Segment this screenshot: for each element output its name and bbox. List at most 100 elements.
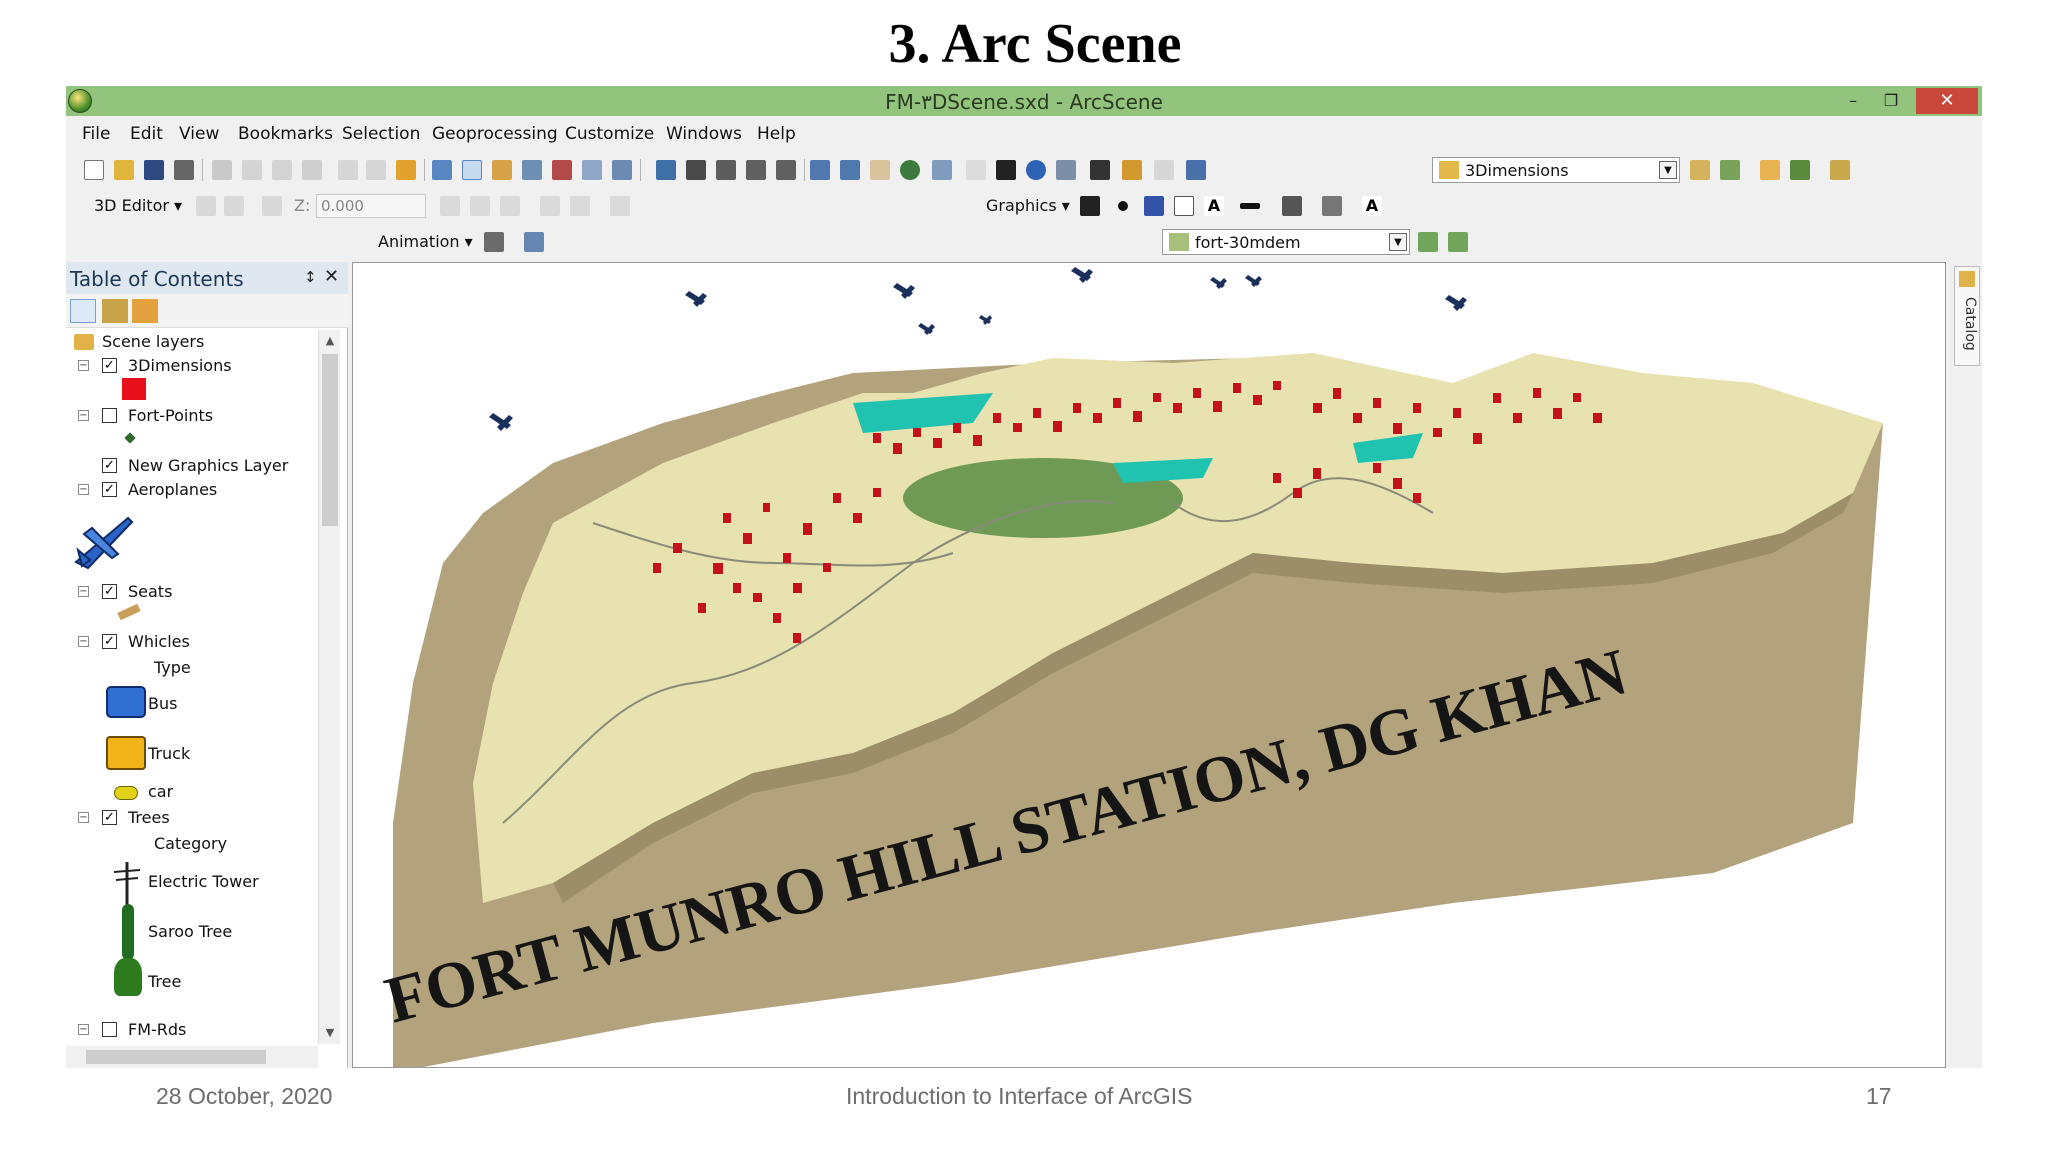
toc-layer-fort-points[interactable]: Fort-Points	[128, 406, 213, 425]
z-value-field[interactable]: 0.000	[316, 194, 426, 218]
surface-layer-combo[interactable]: fort-30mdem ▼	[1162, 229, 1410, 255]
html-popup-icon[interactable]	[1056, 160, 1076, 180]
checkbox-trees[interactable]: ✓	[102, 810, 117, 825]
toc-layer-whicles[interactable]: Whicles	[128, 632, 190, 651]
list-by-source-icon[interactable]	[102, 299, 128, 323]
capture-view-icon[interactable]	[484, 232, 504, 252]
collapse-seats-icon[interactable]: −	[78, 586, 89, 597]
list-by-drawing-order-icon[interactable]	[70, 299, 96, 323]
select-features-icon[interactable]	[932, 160, 952, 180]
layer-tool-a-icon[interactable]	[1690, 160, 1710, 180]
checkbox-3dimensions[interactable]: ✓	[102, 358, 117, 373]
text-icon[interactable]: A	[1204, 196, 1224, 216]
collapse-aeroplanes-icon[interactable]: −	[78, 484, 89, 495]
undo-icon[interactable]	[338, 160, 358, 180]
fly-icon[interactable]	[686, 160, 706, 180]
scroll-up-icon[interactable]: ▲	[322, 334, 338, 347]
toc-layer-aeroplanes[interactable]: Aeroplanes	[128, 480, 217, 499]
full-extent-globe-icon[interactable]	[900, 160, 920, 180]
edit-vertices-icon[interactable]	[224, 196, 244, 216]
arctoolbox-icon[interactable]	[552, 160, 572, 180]
target-center-icon[interactable]	[716, 160, 736, 180]
menu-view[interactable]: View	[179, 124, 219, 144]
redo-icon[interactable]	[366, 160, 386, 180]
collapse-fm-rds-icon[interactable]: −	[78, 1024, 89, 1035]
point-icon[interactable]	[1118, 201, 1128, 211]
line-symbol-icon[interactable]	[1282, 196, 1302, 216]
checkbox-aeroplanes[interactable]: ✓	[102, 482, 117, 497]
animation-menu[interactable]: Animation ▾	[378, 232, 473, 251]
toc-close-icon[interactable]: ✕	[324, 266, 339, 287]
new-document-icon[interactable]	[84, 160, 104, 180]
effects-tool-a-icon[interactable]	[1760, 160, 1780, 180]
sketch-tool-icon[interactable]	[262, 196, 282, 216]
clear-selection-icon[interactable]	[966, 160, 986, 180]
sketch-properties-icon[interactable]	[570, 196, 590, 216]
polygon-icon[interactable]	[1174, 196, 1194, 216]
model-builder-icon[interactable]	[612, 160, 632, 180]
toc-layer-new-graphics-layer[interactable]: New Graphics Layer	[128, 456, 288, 475]
layer-tool-b-icon[interactable]	[1720, 160, 1740, 180]
search-window-icon[interactable]	[522, 160, 542, 180]
select-graphics-icon[interactable]	[1080, 196, 1100, 216]
toc-vertical-scrollbar[interactable]: ▲ ▼	[318, 330, 340, 1044]
scene-properties-icon[interactable]	[432, 160, 452, 180]
toc-layer-trees[interactable]: Trees	[128, 808, 170, 827]
menu-geoprocessing[interactable]: Geoprocessing	[432, 124, 558, 144]
menu-bookmarks[interactable]: Bookmarks	[238, 124, 333, 144]
create-features-icon[interactable]	[610, 196, 630, 216]
delete-icon[interactable]	[302, 160, 322, 180]
print-icon[interactable]	[174, 160, 194, 180]
layer-combo-dropdown-icon[interactable]: ▼	[1659, 161, 1677, 179]
menu-customize[interactable]: Customize	[565, 124, 654, 144]
toc-layer-3dimensions[interactable]: 3Dimensions	[128, 356, 232, 375]
menu-selection[interactable]: Selection	[342, 124, 420, 144]
close-button[interactable]: ✕	[1916, 88, 1978, 114]
surface-combo-dropdown-icon[interactable]: ▼	[1389, 233, 1407, 251]
open-folder-icon[interactable]	[114, 160, 134, 180]
toc-layer-fm-rds[interactable]: FM-Rds	[128, 1020, 186, 1039]
toc-scroll-thumb[interactable]	[322, 354, 338, 526]
swipe-layer-icon[interactable]	[1830, 160, 1850, 180]
checkbox-new-graphics-layer[interactable]: ✓	[102, 458, 117, 473]
menu-file[interactable]: File	[82, 124, 110, 144]
toc-window-icon[interactable]	[462, 160, 482, 180]
scroll-down-icon[interactable]: ▼	[322, 1026, 338, 1039]
scale-tool-icon[interactable]	[500, 196, 520, 216]
checkbox-seats[interactable]: ✓	[102, 584, 117, 599]
menu-edit[interactable]: Edit	[130, 124, 163, 144]
3d-editor-menu[interactable]: 3D Editor ▾	[94, 196, 182, 215]
time-slider-icon[interactable]	[1154, 160, 1174, 180]
toc-hscroll-thumb[interactable]	[86, 1050, 266, 1064]
attributes-icon[interactable]	[540, 196, 560, 216]
save-icon[interactable]	[144, 160, 164, 180]
navigate-icon[interactable]	[656, 160, 676, 180]
menu-help[interactable]: Help	[757, 124, 796, 144]
animation-controls-icon[interactable]	[524, 232, 544, 252]
zoom-in-icon[interactable]	[810, 160, 830, 180]
paste-icon[interactable]	[272, 160, 292, 180]
collapse-3dimensions-icon[interactable]: −	[78, 360, 89, 371]
effects-tool-b-icon[interactable]	[1790, 160, 1810, 180]
python-window-icon[interactable]	[582, 160, 602, 180]
checkbox-fort-points[interactable]	[102, 408, 117, 423]
copy-icon[interactable]	[242, 160, 262, 180]
scene-3d-icon[interactable]	[1186, 160, 1206, 180]
contour-tool-icon[interactable]	[1418, 232, 1438, 252]
layer-combo[interactable]: 3Dimensions ▼	[1432, 157, 1680, 183]
list-by-visibility-icon[interactable]	[132, 299, 158, 323]
measure-icon[interactable]	[1122, 160, 1142, 180]
collapse-whicles-icon[interactable]: −	[78, 636, 89, 647]
zoom-out-icon[interactable]	[840, 160, 860, 180]
find-binoculars-icon[interactable]	[1090, 160, 1110, 180]
scene-view[interactable]: FORT MUNRO HILL STATION, DG KHAN	[352, 262, 1946, 1068]
add-data-icon[interactable]	[396, 160, 416, 180]
line-icon[interactable]	[1144, 196, 1164, 216]
select-elements-icon[interactable]	[996, 160, 1016, 180]
edit-tool-icon[interactable]	[196, 196, 216, 216]
cut-icon[interactable]	[212, 160, 232, 180]
checkbox-whicles[interactable]: ✓	[102, 634, 117, 649]
restore-button[interactable]: ❐	[1874, 88, 1908, 114]
collapse-fort-points-icon[interactable]: −	[78, 410, 89, 421]
fill-color-icon[interactable]	[1322, 196, 1342, 216]
